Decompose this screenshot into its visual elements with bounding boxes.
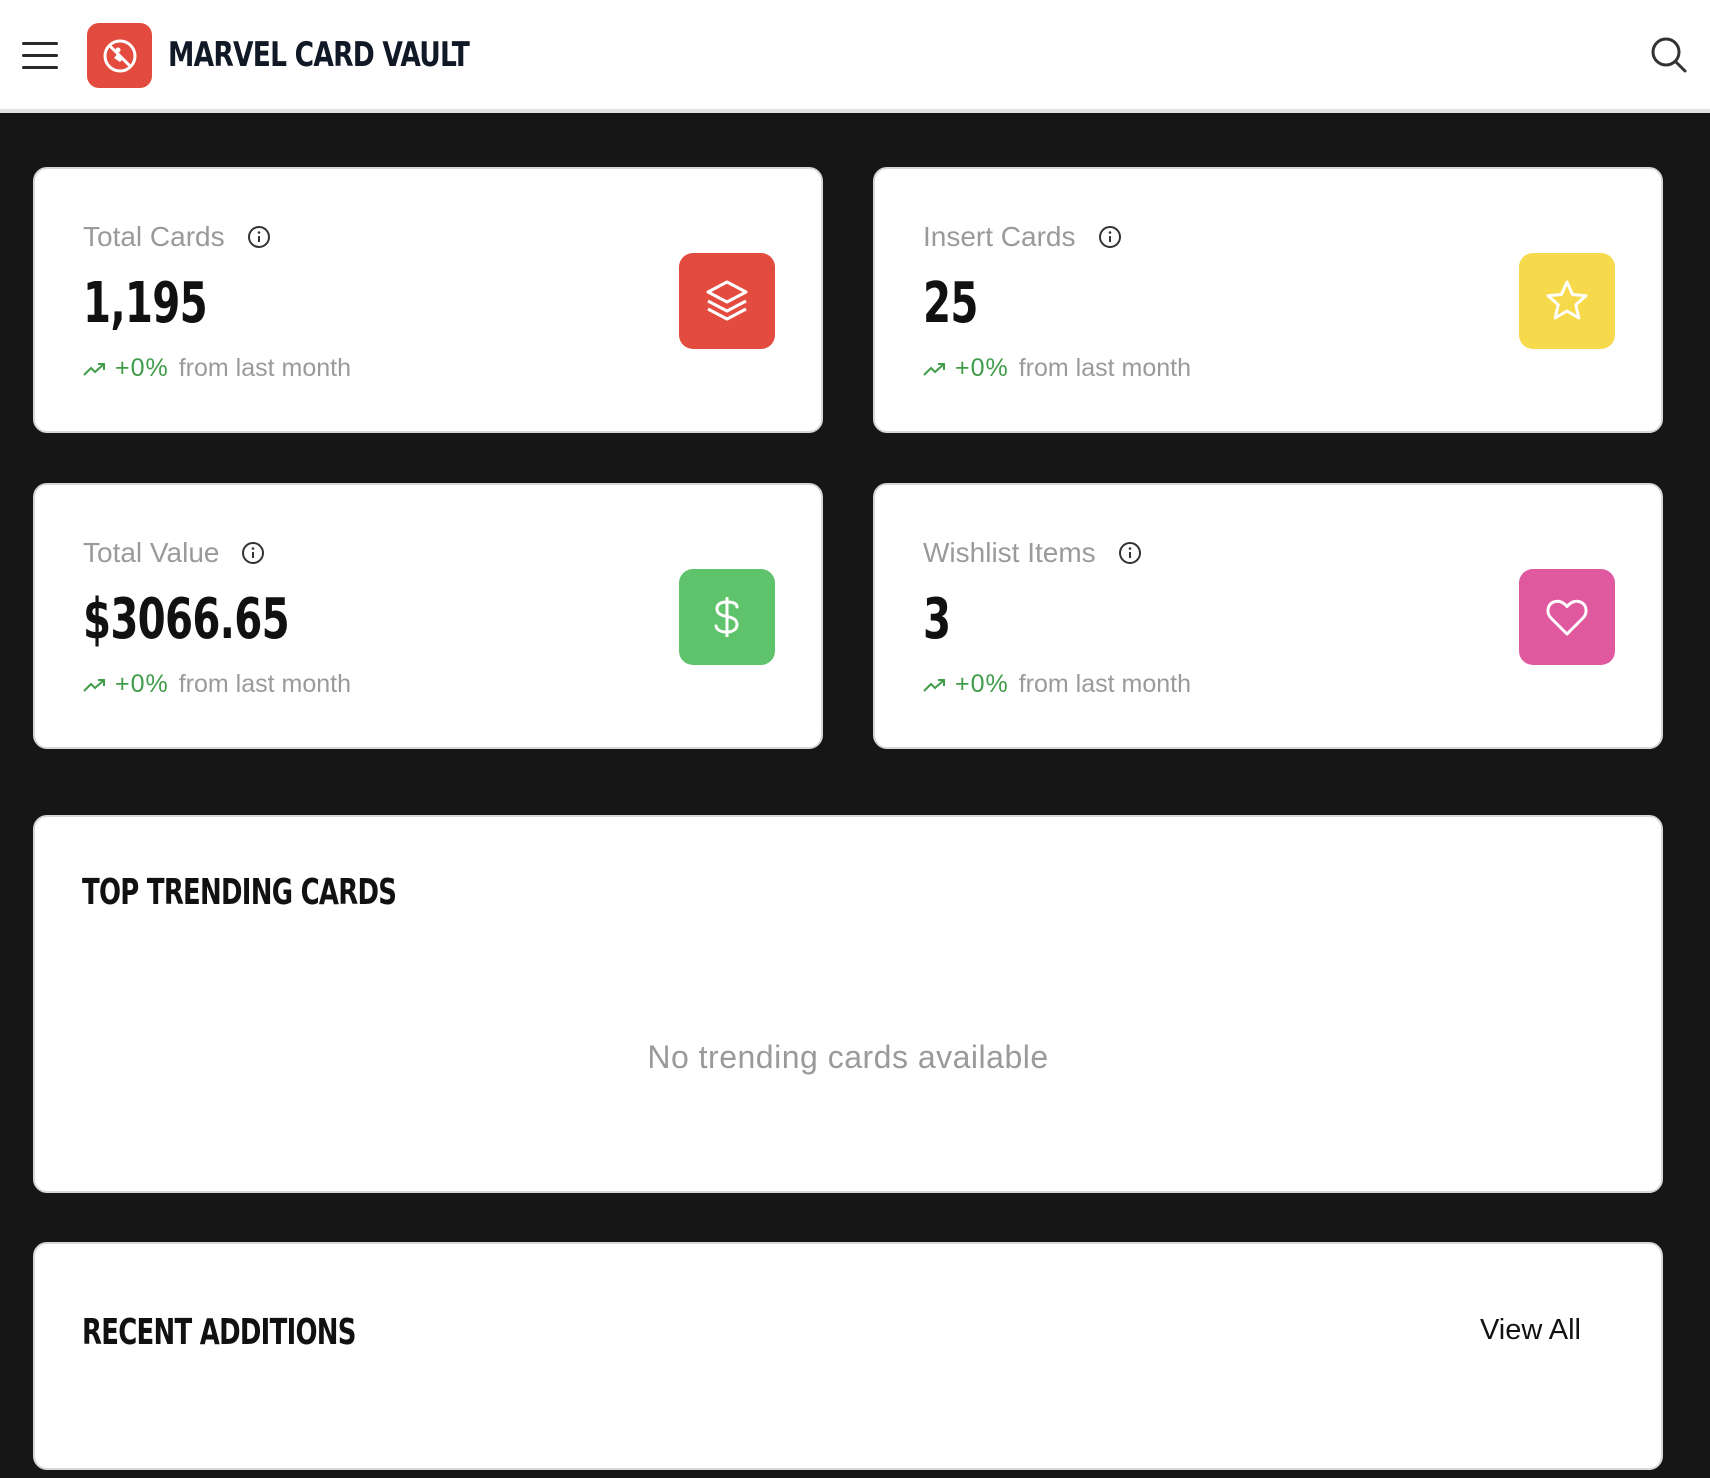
app-logo[interactable] xyxy=(87,23,152,88)
stat-label-text: Total Value xyxy=(83,537,220,568)
stat-value: 25 xyxy=(923,271,978,336)
stat-label: Insert Cards xyxy=(923,221,1122,253)
stat-value: 3 xyxy=(923,587,951,652)
stat-card-total-cards: Total Cards 1,195 +0% from last month xyxy=(33,167,823,433)
recent-additions-title: RECENT ADDITIONS xyxy=(82,1312,356,1353)
star-icon xyxy=(1546,280,1588,320)
change-text: from last month xyxy=(178,670,352,698)
change-text: from last month xyxy=(1018,670,1192,698)
stat-change: +0% from last month xyxy=(83,670,351,699)
stat-change: +0% from last month xyxy=(923,354,1191,383)
stat-label-text: Insert Cards xyxy=(923,221,1076,252)
stat-label: Total Value xyxy=(83,537,265,569)
info-icon[interactable] xyxy=(247,225,271,249)
change-value: +0% xyxy=(115,670,169,698)
stat-icon-box xyxy=(679,253,775,349)
app-title: MARVEL CARD VAULT xyxy=(168,35,470,75)
stat-label-text: Wishlist Items xyxy=(923,537,1096,568)
trending-up-icon xyxy=(923,361,947,377)
trending-up-icon xyxy=(923,677,947,693)
stat-card-total-value: Total Value $3066.65 +0% from last month xyxy=(33,483,823,749)
trending-title: TOP TRENDING CARDS xyxy=(82,872,397,913)
stat-label: Total Cards xyxy=(83,221,271,253)
trending-cards-panel: TOP TRENDING CARDS No trending cards ava… xyxy=(33,815,1663,1193)
stat-card-insert-cards: Insert Cards 25 +0% from last month xyxy=(873,167,1663,433)
stat-icon-box xyxy=(1519,253,1615,349)
change-text: from last month xyxy=(1018,354,1192,382)
superhero-logo-icon xyxy=(103,39,136,72)
stat-change: +0% from last month xyxy=(83,354,351,383)
heart-icon xyxy=(1546,599,1588,636)
info-icon[interactable] xyxy=(1118,541,1142,565)
hamburger-menu-icon[interactable] xyxy=(20,38,60,74)
stat-label-text: Total Cards xyxy=(83,221,225,252)
trending-up-icon xyxy=(83,677,107,693)
info-icon[interactable] xyxy=(1098,225,1122,249)
stat-icon-box xyxy=(679,569,775,665)
search-icon[interactable] xyxy=(1649,35,1689,75)
info-icon[interactable] xyxy=(241,541,265,565)
recent-additions-panel: RECENT ADDITIONS View All xyxy=(33,1242,1663,1470)
trending-up-icon xyxy=(83,361,107,377)
change-value: +0% xyxy=(115,354,169,382)
change-value: +0% xyxy=(955,670,1009,698)
empty-state-message: No trending cards available xyxy=(647,1039,1049,1075)
view-all-link[interactable]: View All xyxy=(1480,1314,1581,1347)
stat-change: +0% from last month xyxy=(923,670,1191,699)
layers-icon xyxy=(706,280,748,321)
stat-card-wishlist-items: Wishlist Items 3 +0% from last month xyxy=(873,483,1663,749)
top-app-bar: MARVEL CARD VAULT xyxy=(0,0,1710,113)
stat-label: Wishlist Items xyxy=(923,537,1142,569)
change-text: from last month xyxy=(178,354,352,382)
dollar-icon xyxy=(714,597,739,637)
stat-icon-box xyxy=(1519,569,1615,665)
stat-value: 1,195 xyxy=(83,271,208,336)
change-value: +0% xyxy=(955,354,1009,382)
stat-value: $3066.65 xyxy=(83,587,290,652)
